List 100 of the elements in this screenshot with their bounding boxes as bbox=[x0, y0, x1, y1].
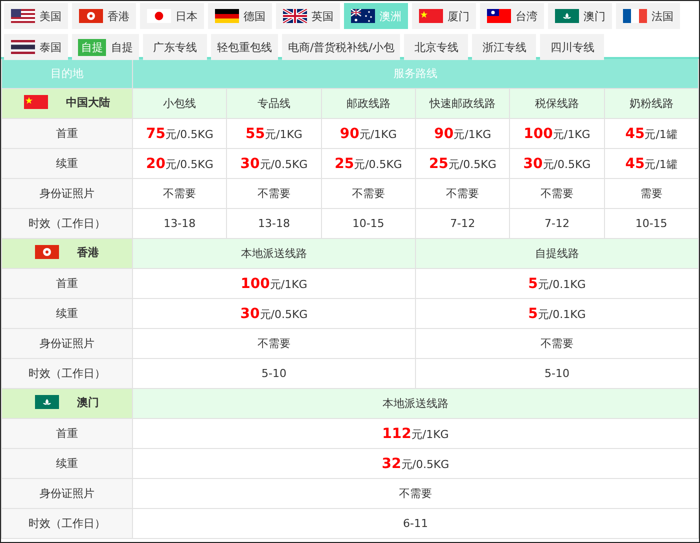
tab-label: 法国 bbox=[652, 8, 674, 24]
tab-label: 自提 bbox=[111, 40, 133, 54]
flag-icon bbox=[418, 9, 442, 23]
flag-icon bbox=[78, 9, 102, 23]
table-cell: 不需要 bbox=[132, 178, 227, 208]
route-header: 自提线路 bbox=[415, 238, 698, 268]
price-cell: 5元/0.1KG bbox=[415, 268, 698, 298]
route-header: 奶粉线路 bbox=[604, 88, 698, 118]
row-label: 续重 bbox=[2, 148, 132, 178]
flag-icon bbox=[24, 95, 48, 110]
table-cell: 不需要 bbox=[226, 178, 322, 208]
region-tab[interactable]: 轻包重包线 bbox=[211, 34, 278, 60]
row-label: 首重 bbox=[2, 118, 132, 148]
price-cell: 45元/1罐 bbox=[604, 148, 698, 178]
row-label: 身份证照片 bbox=[2, 178, 132, 208]
tab-label: 香港 bbox=[108, 8, 130, 24]
price-cell: 90元/1KG bbox=[415, 118, 510, 148]
region-tab[interactable]: 广东专线 bbox=[143, 34, 207, 60]
pickup-badge: 自提 bbox=[78, 38, 106, 56]
tab-label: 澳洲 bbox=[380, 8, 402, 24]
route-header: 小包线 bbox=[132, 88, 227, 118]
tab-label: 厦门 bbox=[448, 8, 470, 24]
flag-icon bbox=[282, 9, 306, 23]
price-cell: 25元/0.5KG bbox=[415, 148, 510, 178]
tab-label: 北京专线 bbox=[414, 40, 458, 54]
row-label: 时效（工作日） bbox=[2, 508, 132, 538]
flag-icon bbox=[10, 9, 34, 23]
region-tab[interactable]: 厦门 bbox=[412, 3, 476, 29]
price-cell: 32元/0.5KG bbox=[132, 448, 698, 478]
table-cell: 不需要 bbox=[321, 178, 416, 208]
tab-label: 德国 bbox=[244, 8, 266, 24]
region-tab[interactable]: 美国 bbox=[4, 3, 68, 29]
flag-icon bbox=[214, 9, 238, 23]
price-cell: 75元/0.5KG bbox=[132, 118, 227, 148]
flag-icon bbox=[35, 395, 59, 410]
row-label: 时效（工作日） bbox=[2, 358, 132, 388]
table-cell: 不需要 bbox=[415, 178, 510, 208]
region-tab[interactable]: 德国 bbox=[208, 3, 272, 29]
tab-label: 浙江专线 bbox=[482, 40, 526, 54]
flag-icon bbox=[622, 9, 646, 23]
tab-label: 轻包重包线 bbox=[217, 40, 272, 54]
price-cell: 25元/0.5KG bbox=[321, 148, 416, 178]
price-cell: 90元/1KG bbox=[321, 118, 416, 148]
region-tab[interactable]: 浙江专线 bbox=[472, 34, 536, 60]
route-header: 专品线 bbox=[226, 88, 322, 118]
price-cell: 55元/1KG bbox=[226, 118, 322, 148]
tab-label: 广东专线 bbox=[153, 40, 197, 54]
tab-label: 电商/普货税补线/小包 bbox=[288, 40, 394, 54]
region-tab[interactable]: 四川专线 bbox=[540, 34, 604, 60]
flag-icon bbox=[350, 9, 374, 23]
row-label: 身份证照片 bbox=[2, 478, 132, 508]
price-cell: 5元/0.1KG bbox=[415, 298, 698, 328]
region-name: 澳门 bbox=[77, 394, 99, 410]
region-tab[interactable]: 台湾 bbox=[480, 3, 544, 29]
region-name: 中国大陆 bbox=[66, 94, 110, 110]
tab-label: 日本 bbox=[176, 8, 198, 24]
tab-label: 台湾 bbox=[516, 8, 538, 24]
region-tab[interactable]: 法国 bbox=[616, 3, 680, 29]
table-cell: 不需要 bbox=[132, 328, 416, 358]
row-label: 续重 bbox=[2, 448, 132, 478]
price-cell: 100元/1KG bbox=[510, 118, 604, 148]
region-tab[interactable]: 英国 bbox=[276, 3, 340, 29]
table-cell: 6-11 bbox=[132, 508, 698, 538]
table-cell: 不需要 bbox=[415, 328, 698, 358]
tab-label: 英国 bbox=[312, 8, 334, 24]
route-header: 邮政线路 bbox=[321, 88, 416, 118]
region-tab[interactable]: 自提 自提 bbox=[72, 34, 139, 60]
flag-icon bbox=[554, 9, 578, 23]
region-tab[interactable]: 电商/普货税补线/小包 bbox=[282, 34, 400, 60]
region-name: 香港 bbox=[77, 244, 99, 260]
region-tab[interactable]: 日本 bbox=[140, 3, 204, 29]
flag-icon bbox=[146, 9, 170, 23]
price-cell: 112元/1KG bbox=[132, 418, 698, 448]
tab-label: 澳门 bbox=[584, 8, 606, 24]
region-tab[interactable]: 泰国 bbox=[4, 34, 68, 60]
row-label: 首重 bbox=[2, 418, 132, 448]
route-header: 税保线路 bbox=[510, 88, 604, 118]
tab-label: 四川专线 bbox=[550, 40, 594, 54]
price-cell: 30元/0.5KG bbox=[510, 148, 604, 178]
row-label: 身份证照片 bbox=[2, 328, 132, 358]
region-tab[interactable]: 北京专线 bbox=[404, 34, 468, 60]
route-header: 本地派送线路 bbox=[132, 238, 416, 268]
price-cell: 30元/0.5KG bbox=[132, 298, 416, 328]
table-cell: 需要 bbox=[604, 178, 698, 208]
price-cell: 20元/0.5KG bbox=[132, 148, 227, 178]
region-tab[interactable]: 澳门 bbox=[548, 3, 612, 29]
column-header: 目的地 bbox=[2, 58, 132, 88]
flag-icon bbox=[486, 9, 510, 23]
row-label: 首重 bbox=[2, 268, 132, 298]
price-cell: 100元/1KG bbox=[132, 268, 416, 298]
flag-icon bbox=[10, 40, 34, 54]
region-tab[interactable]: 香港 bbox=[72, 3, 136, 29]
route-header: 快速邮政线路 bbox=[415, 88, 510, 118]
route-header: 本地派送线路 bbox=[132, 388, 698, 418]
flag-icon bbox=[35, 245, 59, 260]
row-label: 续重 bbox=[2, 298, 132, 328]
table-cell: 不需要 bbox=[510, 178, 604, 208]
table-cell: 不需要 bbox=[132, 478, 698, 508]
row-label: 时效（工作日） bbox=[2, 208, 132, 238]
tab-label: 泰国 bbox=[40, 40, 62, 54]
